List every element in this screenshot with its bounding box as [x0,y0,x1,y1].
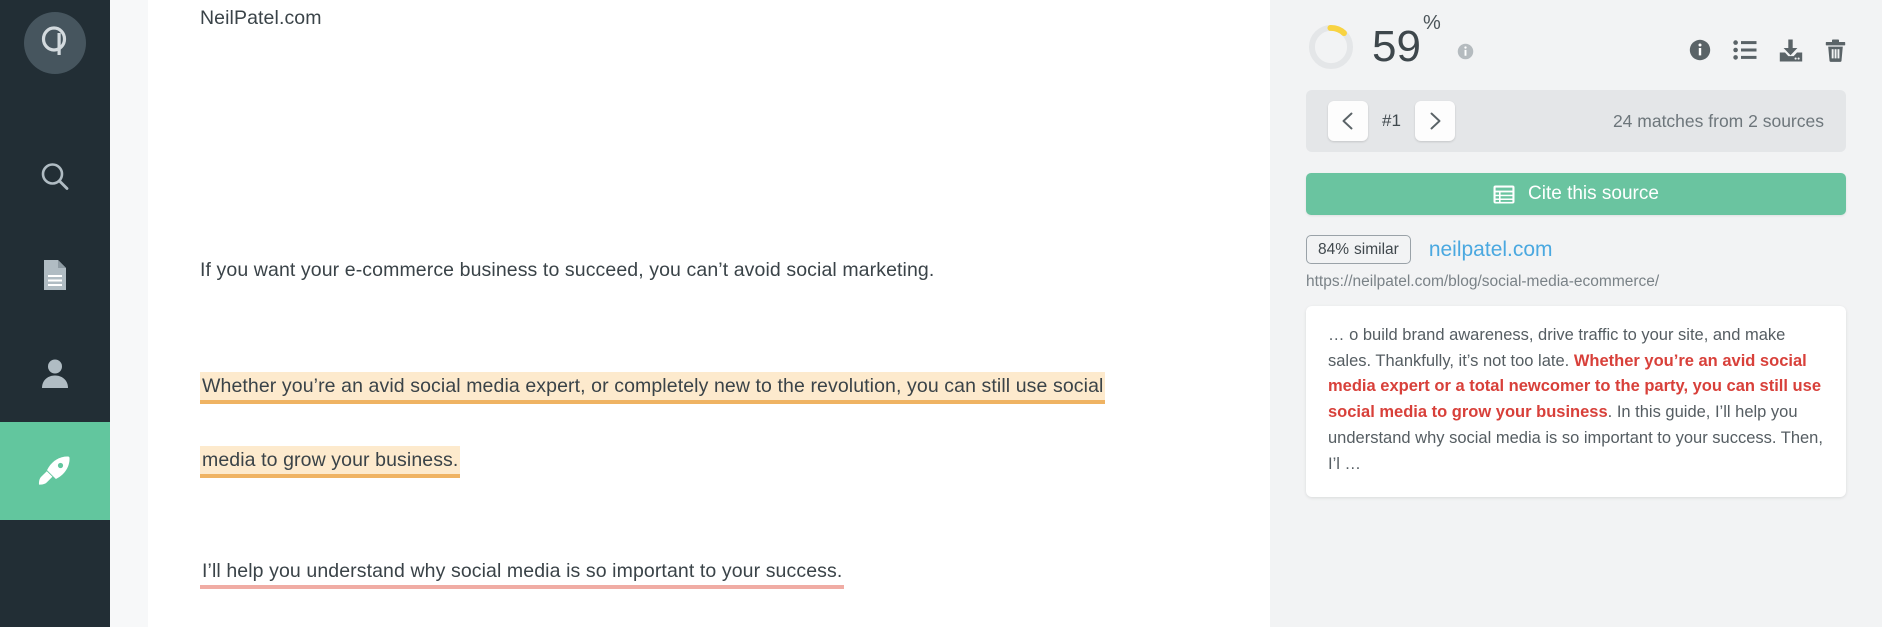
similarity-score-value: 59 [1372,22,1421,71]
rocket-icon [38,456,70,485]
next-match-button[interactable] [1414,101,1455,141]
user-icon [42,359,68,388]
previous-match-button[interactable] [1328,101,1368,141]
highlight-pink-1[interactable]: I’ll help you understand why social medi… [200,557,845,590]
document-source-title: NeilPatel.com [200,7,322,29]
cite-button-label: Cite this source [1528,183,1659,204]
sidebar-item-documents[interactable] [0,226,110,324]
document-gutter [110,0,148,627]
match-navigation-bar: #1 24 matches from 2 sources [1306,90,1846,152]
cite-this-source-button[interactable]: Cite this source [1306,173,1846,215]
similarity-badge-word: similar [1354,241,1399,258]
trash-icon[interactable] [1825,39,1846,62]
list-icon[interactable] [1733,39,1757,61]
document-paragraph-match-line-2[interactable]: media to grow your business. [200,446,461,479]
highlight-orange-1[interactable]: Whether you’re an avid social media expe… [200,372,1106,405]
download-icon[interactable] [1779,39,1803,62]
similarity-badge: 84% similar [1306,235,1411,264]
document-paragraph-intro: If you want your e-commerce business to … [200,259,935,281]
app-logo[interactable] [24,12,86,74]
info-circle-icon[interactable] [1689,39,1711,61]
panel-tool-icons [1689,39,1846,62]
sidebar-item-search[interactable] [0,128,110,226]
current-match-index: #1 [1382,111,1401,130]
source-domain-link[interactable]: neilpatel.com [1429,238,1553,262]
score-row: 59 % [1306,0,1846,88]
chevron-left-icon [1342,112,1353,130]
sidebar-item-account[interactable] [0,324,110,422]
chevron-right-icon [1430,112,1441,130]
sidebar-item-upgrade[interactable] [0,422,110,520]
similarity-score-percent: % [1422,12,1441,34]
highlight-orange-2[interactable]: media to grow your business. [200,446,461,479]
document-paragraph-match-line-3[interactable]: I’ll help you understand why social medi… [200,557,845,590]
source-excerpt-card: … o build brand awareness, drive traffic… [1306,306,1846,498]
source-url-text: https://neilpatel.com/blog/social-media-… [1306,273,1660,290]
match-details-panel: 59 % #1 24 matches from 2 sources Cite t… [1270,0,1882,627]
citation-card-icon [1493,185,1515,203]
similarity-donut-chart [1308,24,1354,70]
matches-summary-text: 24 matches from 2 sources [1612,110,1824,131]
search-icon [41,163,69,190]
document-icon [44,260,66,290]
info-circle-icon[interactable] [1457,43,1474,60]
app-root: NeilPatel.com If you want your e-commerc… [0,0,1882,627]
quetext-logo-icon [41,26,67,55]
source-header-row: 84% similar neilpatel.com [1306,235,1846,264]
similarity-badge-percent: 84% [1318,241,1350,258]
document-viewer: NeilPatel.com If you want your e-commerc… [148,0,1270,627]
document-paragraph-match-line-1[interactable]: Whether you’re an avid social media expe… [200,372,1106,405]
left-sidebar [0,0,110,627]
